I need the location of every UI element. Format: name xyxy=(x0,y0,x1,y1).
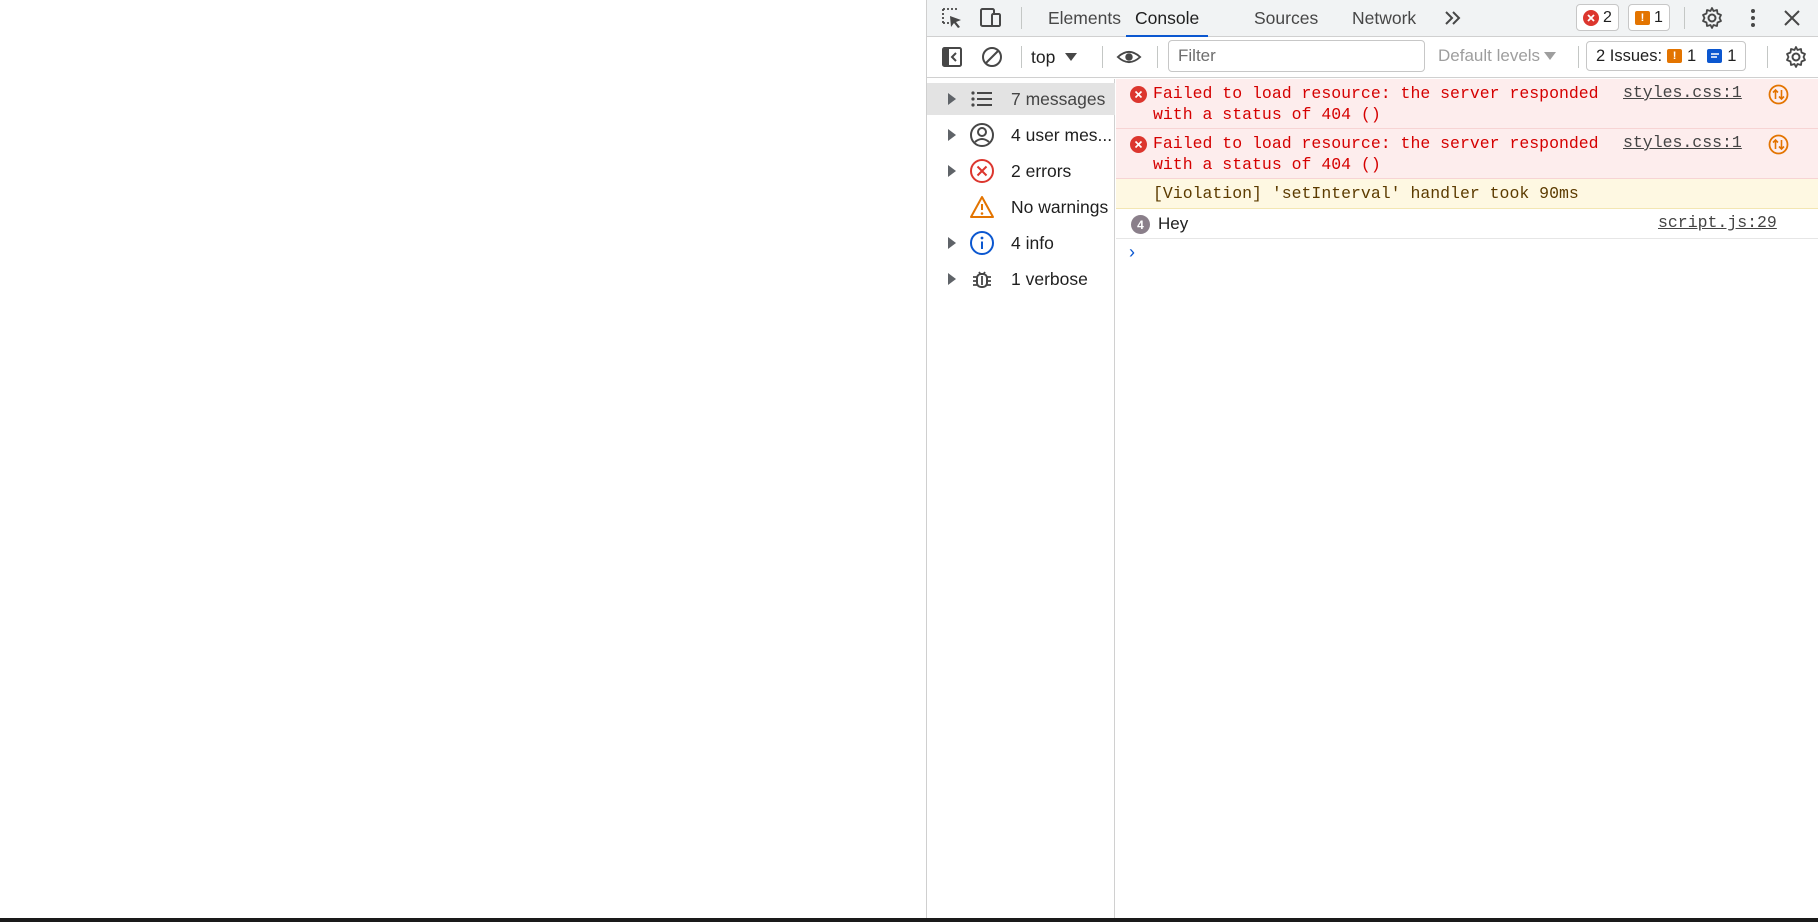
list-icon xyxy=(969,86,995,112)
network-request-icon[interactable] xyxy=(1768,134,1789,155)
tab-sources[interactable]: Sources xyxy=(1254,0,1318,37)
info-message-icon xyxy=(1707,49,1723,63)
message-source-link[interactable]: styles.css:1 xyxy=(1623,133,1742,152)
devtools-panel: Elements Console Sources Network 2 ! 1 t… xyxy=(926,0,1818,918)
devtools-tabbar: Elements Console Sources Network 2 ! 1 xyxy=(927,0,1818,38)
console-messages: Failed to load resource: the server resp… xyxy=(1116,79,1818,918)
sidebar-item-messages[interactable]: 7 messages xyxy=(927,83,1115,115)
message-source-link[interactable]: script.js:29 xyxy=(1658,213,1777,232)
context-select[interactable]: top xyxy=(1031,45,1078,69)
sidebar-item-verbose[interactable]: 1 verbose xyxy=(927,263,1115,295)
warning-count-badge[interactable]: ! 1 xyxy=(1628,4,1670,31)
console-message-error[interactable]: Failed to load resource: the server resp… xyxy=(1116,79,1818,129)
console-message-log[interactable]: 4 Hey script.js:29 xyxy=(1116,209,1818,239)
dropdown-arrow-icon xyxy=(1544,52,1557,60)
sidebar-item-user-messages[interactable]: 4 user mes... xyxy=(927,119,1115,151)
message-text: Failed to load resource: the server resp… xyxy=(1153,134,1599,153)
live-expression-eye-icon[interactable] xyxy=(1116,44,1142,70)
tab-console[interactable]: Console xyxy=(1126,0,1209,38)
console-settings-gear-icon[interactable] xyxy=(1783,44,1809,70)
issues-warning-count: 1 xyxy=(1687,46,1697,65)
error-icon xyxy=(1130,136,1147,153)
console-message-violation[interactable]: [Violation] 'setInterval' handler took 9… xyxy=(1116,179,1818,209)
console-toolbar: top Default levels 2 Issues: ! 1 1 xyxy=(927,37,1818,78)
window-bottom-edge xyxy=(0,918,1818,922)
toolbar-divider xyxy=(1102,46,1103,68)
filter-input[interactable] xyxy=(1168,40,1425,72)
warning-count: 1 xyxy=(1654,8,1663,26)
tab-network-label: Network xyxy=(1352,8,1417,28)
issues-info-count: 1 xyxy=(1727,46,1737,65)
message-source-link[interactable]: styles.css:1 xyxy=(1623,83,1742,102)
sidebar-toggle-icon[interactable] xyxy=(939,44,965,70)
sidebar-item-info[interactable]: 4 info xyxy=(927,227,1115,259)
dropdown-arrow-icon xyxy=(1065,53,1078,61)
tab-elements[interactable]: Elements xyxy=(1048,0,1121,37)
toolbar-divider xyxy=(1021,46,1022,68)
expand-arrow-icon[interactable] xyxy=(948,237,956,249)
close-icon[interactable] xyxy=(1779,5,1805,31)
clear-console-icon[interactable] xyxy=(979,44,1005,70)
inspected-page xyxy=(0,0,926,918)
warning-flag-icon: ! xyxy=(1667,49,1683,63)
user-icon xyxy=(969,122,995,148)
expand-arrow-icon[interactable] xyxy=(948,273,956,285)
sidebar-item-label: 4 user mes... xyxy=(1011,124,1113,145)
inspect-element-icon[interactable] xyxy=(939,5,965,31)
toolbar-divider xyxy=(1767,46,1768,68)
device-toggle-icon[interactable] xyxy=(977,5,1003,31)
log-levels-label: Default levels xyxy=(1438,46,1541,65)
message-text: Failed to load resource: the server resp… xyxy=(1153,84,1599,103)
sidebar-item-label: 2 errors xyxy=(1011,160,1072,181)
toolbar-divider xyxy=(1157,46,1158,68)
warning-flag-icon: ! xyxy=(1635,10,1650,25)
message-text: [Violation] 'setInterval' handler took 9… xyxy=(1153,184,1579,203)
log-levels-dropdown[interactable]: Default levels xyxy=(1438,46,1557,66)
context-value: top xyxy=(1031,46,1056,67)
tab-console-label: Console xyxy=(1135,8,1200,28)
expand-arrow-icon[interactable] xyxy=(948,165,956,177)
tab-network[interactable]: Network xyxy=(1352,0,1416,37)
bug-icon xyxy=(969,266,995,292)
sidebar-item-errors[interactable]: 2 errors xyxy=(927,155,1115,187)
error-count: 2 xyxy=(1603,8,1612,26)
toolbar-divider xyxy=(1578,46,1579,68)
kebab-menu-icon[interactable] xyxy=(1740,5,1766,31)
toolbar-divider xyxy=(1684,7,1685,29)
error-icon xyxy=(969,158,995,184)
expand-arrow-icon[interactable] xyxy=(948,129,956,141)
message-text: with a status of 404 () xyxy=(1153,105,1381,124)
sidebar-item-warnings[interactable]: No warnings xyxy=(927,191,1115,223)
console-message-error[interactable]: Failed to load resource: the server resp… xyxy=(1116,129,1818,179)
sidebar-item-label: No warnings xyxy=(1011,196,1109,217)
toolbar-divider xyxy=(1021,7,1022,29)
issues-button[interactable]: 2 Issues: ! 1 1 xyxy=(1586,41,1747,71)
expand-arrow-icon[interactable] xyxy=(948,93,956,105)
network-request-icon[interactable] xyxy=(1768,84,1789,105)
issues-label: 2 Issues: xyxy=(1596,46,1663,65)
error-count-badge[interactable]: 2 xyxy=(1576,4,1619,31)
tab-elements-label: Elements xyxy=(1048,8,1121,28)
message-text: with a status of 404 () xyxy=(1153,155,1381,174)
tab-sources-label: Sources xyxy=(1254,8,1319,28)
info-icon xyxy=(969,230,995,256)
repeat-count-badge: 4 xyxy=(1131,215,1150,234)
sidebar-item-label: 7 messages xyxy=(1011,88,1106,109)
error-icon xyxy=(1583,9,1599,26)
error-icon xyxy=(1130,86,1147,103)
sidebar-item-label: 4 info xyxy=(1011,232,1054,253)
console-sidebar: 7 messages 4 user mes... 2 errors No war… xyxy=(927,79,1115,918)
console-prompt-caret[interactable]: › xyxy=(1129,242,1135,263)
sidebar-item-label: 1 verbose xyxy=(1011,268,1088,289)
message-text: Hey xyxy=(1158,214,1189,233)
warning-icon xyxy=(969,194,995,220)
gear-icon[interactable] xyxy=(1699,5,1725,31)
more-tabs-icon[interactable] xyxy=(1440,5,1466,31)
